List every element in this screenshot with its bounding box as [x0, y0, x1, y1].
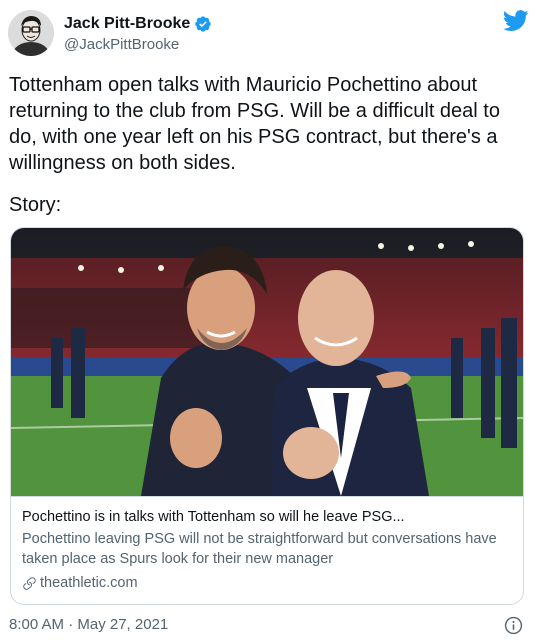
twitter-bird-icon[interactable] — [503, 10, 529, 32]
info-icon[interactable] — [504, 616, 523, 635]
tweet-header: Jack Pitt-Brooke @JackPittBrooke — [8, 8, 533, 60]
link-card[interactable]: Pochettino is in talks with Tottenham so… — [10, 227, 524, 605]
avatar[interactable] — [8, 10, 54, 56]
tweet-text: Tottenham open talks with Mauricio Poche… — [9, 74, 500, 174]
author-name-row: Jack Pitt-Brooke — [64, 14, 212, 34]
card-body[interactable]: Pochettino is in talks with Tottenham so… — [11, 496, 523, 604]
timestamp[interactable]: 8:00 AM · May 27, 2021 — [9, 614, 533, 636]
card-image[interactable] — [11, 228, 523, 496]
card-description: Pochettino leaving PSG will not be strai… — [22, 531, 497, 567]
author-name[interactable]: Jack Pitt-Brooke — [64, 15, 190, 33]
card-domain-text[interactable]: theathletic.com — [40, 573, 138, 593]
link-icon — [23, 576, 36, 590]
story-label: Story: — [9, 194, 62, 216]
verified-badge-icon — [195, 16, 211, 32]
author-handle[interactable]: @JackPittBrooke — [64, 36, 212, 53]
card-title[interactable]: Pochettino is in talks with Tottenham so… — [22, 507, 512, 527]
tweet-footer: 8:00 AM · May 27, 2021 — [9, 614, 533, 636]
author-info: Jack Pitt-Brooke @JackPittBrooke — [64, 14, 212, 53]
tweet: Jack Pitt-Brooke @JackPittBrooke Tottenh… — [0, 0, 541, 642]
card-domain: theathletic.com — [22, 573, 512, 593]
